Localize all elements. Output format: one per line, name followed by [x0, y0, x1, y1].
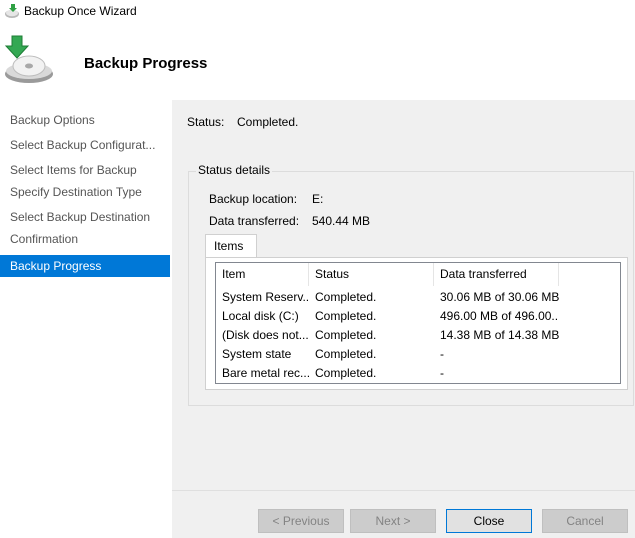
wizard-content: Status: Completed. Status details Backup…	[172, 100, 635, 490]
items-tab-panel: Item Status Data transferred System Rese…	[205, 257, 628, 390]
table-row-cell-status: Completed.	[315, 366, 377, 380]
wizard-header: Backup Progress	[0, 24, 635, 100]
data-transferred-label: Data transferred:	[209, 214, 300, 228]
backup-disk-icon	[4, 35, 53, 83]
table-row-cell-data: 496.00 MB of 496.00...	[440, 309, 559, 323]
table-row-cell-status: Completed.	[315, 328, 377, 342]
status-label: Status:	[187, 115, 225, 129]
table-row-cell-item: (Disk does not...	[222, 328, 309, 342]
sidebar-item-select-backup-destination[interactable]: Select Backup Destination	[0, 206, 170, 228]
backup-location-value: E:	[312, 192, 324, 206]
sidebar-item-specify-destination-type[interactable]: Specify Destination Type	[0, 181, 170, 203]
sidebar-item-backup-progress[interactable]: Backup Progress	[0, 255, 170, 277]
sidebar-item-backup-options[interactable]: Backup Options	[0, 109, 170, 131]
tab-items[interactable]: Items	[205, 234, 257, 258]
title-bar: Backup Once Wizard	[0, 0, 635, 24]
sidebar-item-select-items-for-backup[interactable]: Select Items for Backup	[0, 159, 170, 181]
status-details-legend: Status details	[196, 163, 273, 177]
sidebar-item-confirmation[interactable]: Confirmation	[0, 228, 170, 250]
table-row-cell-item: Bare metal rec...	[222, 366, 309, 380]
table-row-cell-status: Completed.	[315, 290, 377, 304]
close-button[interactable]: Close	[446, 509, 532, 533]
items-list-view[interactable]: Item Status Data transferred System Rese…	[215, 262, 621, 384]
column-header-status[interactable]: Status	[309, 263, 434, 286]
status-value: Completed.	[237, 115, 299, 129]
backup-wizard-icon	[5, 4, 19, 18]
wizard-footer: < Previous Next > Close Cancel	[172, 490, 635, 538]
column-header-item[interactable]: Item	[216, 263, 309, 286]
cancel-button[interactable]: Cancel	[542, 509, 628, 533]
column-header-data-transferred[interactable]: Data transferred	[434, 263, 559, 286]
page-title: Backup Progress	[84, 55, 208, 72]
table-row-cell-item: System state	[222, 347, 292, 361]
next-button[interactable]: Next >	[350, 509, 436, 533]
table-row-cell-data: -	[440, 347, 444, 361]
table-row-cell-item: System Reserv...	[222, 290, 309, 304]
table-row-cell-item: Local disk (C:)	[222, 309, 299, 323]
data-transferred-value: 540.44 MB	[312, 214, 371, 228]
table-row-cell-status: Completed.	[315, 347, 377, 361]
table-row-cell-data: 14.38 MB of 14.38 MB	[440, 328, 559, 342]
previous-button[interactable]: < Previous	[258, 509, 344, 533]
table-row-cell-data: -	[440, 366, 444, 380]
sidebar-item-select-backup-configuration[interactable]: Select Backup Configurat...	[0, 134, 170, 156]
backup-location-label: Backup location:	[209, 192, 298, 206]
table-row-cell-status: Completed.	[315, 309, 377, 323]
window-title: Backup Once Wizard	[24, 4, 137, 18]
wizard-steps-sidebar: Backup Options Select Backup Configurat.…	[0, 100, 172, 538]
table-row-cell-data: 30.06 MB of 30.06 MB	[440, 290, 559, 304]
